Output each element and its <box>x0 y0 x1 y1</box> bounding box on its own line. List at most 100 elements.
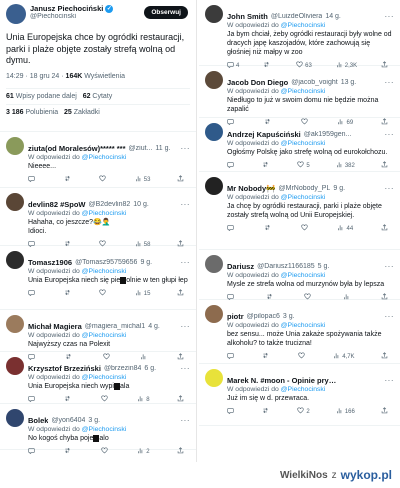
views-action[interactable]: 382 <box>336 161 355 170</box>
reply-avatar[interactable] <box>205 255 223 273</box>
reply-time[interactable]: 14 g. <box>325 13 341 20</box>
reply-action[interactable] <box>28 175 37 184</box>
reply-author-handle[interactable]: @yon6404 <box>51 417 85 424</box>
replying-target-link[interactable]: @Piechocinski <box>281 386 326 393</box>
reply-action[interactable] <box>227 407 236 416</box>
reply-avatar[interactable] <box>205 177 223 195</box>
share-action[interactable] <box>381 352 390 361</box>
replying-target-link[interactable]: @Piechocinski <box>281 272 326 279</box>
replying-target-link[interactable]: @Piechocinski <box>82 332 127 339</box>
reply-tweet[interactable]: ziuta(od Moralesów)***** *** @ziut... 11 g… <box>0 132 196 188</box>
more-options-icon[interactable]: ··· <box>385 78 395 87</box>
views-action[interactable]: 8 <box>137 395 150 404</box>
reply-time[interactable]: 10 g. <box>133 201 149 208</box>
reply-author-handle[interactable]: @ziut... <box>129 145 153 152</box>
more-options-icon[interactable]: ··· <box>181 322 191 331</box>
like-action[interactable] <box>301 224 310 233</box>
reply-tweet[interactable]: Mr Nobody🚧 @MrNobody_PL 9 g. ··· W odpowiedz… <box>199 172 400 250</box>
share-action[interactable] <box>381 161 390 170</box>
reply-time[interactable]: 6 g. <box>144 365 156 372</box>
repost-action[interactable] <box>64 395 73 404</box>
views-action[interactable]: 15 <box>135 289 150 298</box>
reply-author-handle[interactable]: @Dariusz1166185 <box>257 263 315 270</box>
reply-author-name[interactable]: Krzysztof Brzeziński <box>28 364 101 373</box>
reply-avatar[interactable] <box>205 71 223 89</box>
reply-avatar[interactable] <box>6 251 24 269</box>
replying-target-link[interactable]: @Piechocinski <box>82 210 127 217</box>
reply-tweet[interactable]: devlin82 #SpoW @B2devlin82 10 g. ··· W odpow… <box>0 188 196 248</box>
reply-time[interactable]: 3 g. <box>283 313 295 320</box>
reply-avatar[interactable] <box>6 137 24 155</box>
more-options-icon[interactable]: ··· <box>181 416 191 425</box>
reply-author-handle[interactable]: @Tomasz95759656 <box>75 259 137 266</box>
reply-avatar[interactable] <box>6 357 24 375</box>
reply-action[interactable] <box>227 352 236 361</box>
reply-avatar[interactable] <box>6 315 24 333</box>
views-action[interactable]: 166 <box>336 407 355 416</box>
reply-tweet[interactable]: Michał Magiera @magiera_michal1 4 g. ··· W o… <box>0 310 196 360</box>
reply-tweet[interactable]: piotr @pilopac6 3 g. ··· W odpowiedzi do @Pi… <box>199 300 400 364</box>
reply-author-name[interactable]: ziuta(od Moralesów)***** *** <box>28 144 126 153</box>
share-action[interactable] <box>177 395 186 404</box>
reply-avatar[interactable] <box>205 369 223 387</box>
share-action[interactable] <box>177 175 186 184</box>
replying-target-link[interactable]: @Piechocinski <box>82 268 127 275</box>
reply-author-handle[interactable]: @jacob_voight <box>291 79 337 86</box>
repost-action[interactable] <box>262 407 271 416</box>
replying-target-link[interactable]: @Piechocinski <box>281 140 326 147</box>
reply-action[interactable] <box>227 161 236 170</box>
reply-time[interactable]: 4 g. <box>148 323 160 330</box>
reply-tweet[interactable]: Tomasz1906 @Tomasz95759656 9 g. ··· W odpowi… <box>0 246 196 310</box>
replying-target-link[interactable]: @Piechocinski <box>82 154 127 161</box>
reply-tweet[interactable]: Krzysztof Brzeziński @brzezin84 6 g. ··· W o… <box>0 352 196 404</box>
replying-target-link[interactable]: @Piechocinski <box>281 22 326 29</box>
replying-target-link[interactable]: @Piechocinski <box>82 374 127 381</box>
reply-author-name[interactable]: Dariusz <box>227 262 254 271</box>
like-action[interactable] <box>298 352 307 361</box>
replying-target-link[interactable]: @Piechocinski <box>281 322 326 329</box>
reply-tweet[interactable]: Bolek @yon6404 3 g. ··· W odpowiedzi do @Pie… <box>0 404 196 455</box>
reply-avatar[interactable] <box>205 5 223 23</box>
more-options-icon[interactable]: ··· <box>181 144 191 153</box>
like-action[interactable] <box>101 395 110 404</box>
replying-target-link[interactable]: @Piechocinski <box>82 426 127 433</box>
reposts-count[interactable]: 61 <box>6 93 14 100</box>
share-action[interactable] <box>381 407 390 416</box>
more-options-icon[interactable]: ··· <box>385 262 395 271</box>
like-action[interactable]: 5 <box>297 161 310 170</box>
reply-author-name[interactable]: Tomasz1906 <box>28 258 72 267</box>
more-options-icon[interactable]: ··· <box>181 258 191 267</box>
wykop-logo[interactable]: wykop.pl <box>341 468 392 482</box>
reply-avatar[interactable] <box>6 193 24 211</box>
reply-author-name[interactable]: piotr <box>227 312 244 321</box>
views-action[interactable]: 2 <box>137 447 150 456</box>
more-options-icon[interactable]: ··· <box>385 184 395 193</box>
reply-author-name[interactable]: Mr Nobody🚧 <box>227 184 276 193</box>
reply-time[interactable]: 11 g. <box>155 145 170 152</box>
like-action[interactable] <box>101 447 110 456</box>
reply-tweet[interactable]: Andrzej Kapuściński @ak1959gen... ··· W odp… <box>199 118 400 172</box>
author-name[interactable]: Janusz Piechociński <box>30 4 103 13</box>
reply-author-name[interactable]: Michał Magiera <box>28 322 82 331</box>
share-action[interactable] <box>177 447 186 456</box>
share-action[interactable] <box>381 224 390 233</box>
more-options-icon[interactable]: ··· <box>181 364 191 373</box>
reply-author-name[interactable]: Andrzej Kapuściński <box>227 130 301 139</box>
repost-action[interactable] <box>264 224 273 233</box>
watermark-user[interactable]: WielkiNos <box>280 470 328 481</box>
repost-action[interactable] <box>262 161 271 170</box>
replying-target-link[interactable]: @Piechocinski <box>281 88 326 95</box>
more-options-icon[interactable]: ··· <box>385 376 395 385</box>
reposts-label[interactable]: Wpisy podane dalej <box>14 93 77 100</box>
reply-action[interactable] <box>227 224 236 233</box>
reply-author-handle[interactable]: @LuizdeOliviera <box>271 13 322 20</box>
reply-tweet[interactable]: Jacob Don Diego @jacob_voight 13 g. ··· W od… <box>199 66 400 126</box>
share-action[interactable] <box>177 289 186 298</box>
reply-tweet[interactable]: Dariusz @Dariusz1166185 5 g. ··· W odpowiedz… <box>199 250 400 300</box>
bookmarks-count[interactable]: 25 <box>64 109 72 116</box>
repost-action[interactable] <box>262 352 271 361</box>
reply-author-handle[interactable]: @MrNobody_PL <box>279 185 331 192</box>
reply-author-name[interactable]: Jacob Don Diego <box>227 78 288 87</box>
more-options-icon[interactable]: ··· <box>385 12 395 21</box>
reply-action[interactable] <box>28 289 37 298</box>
